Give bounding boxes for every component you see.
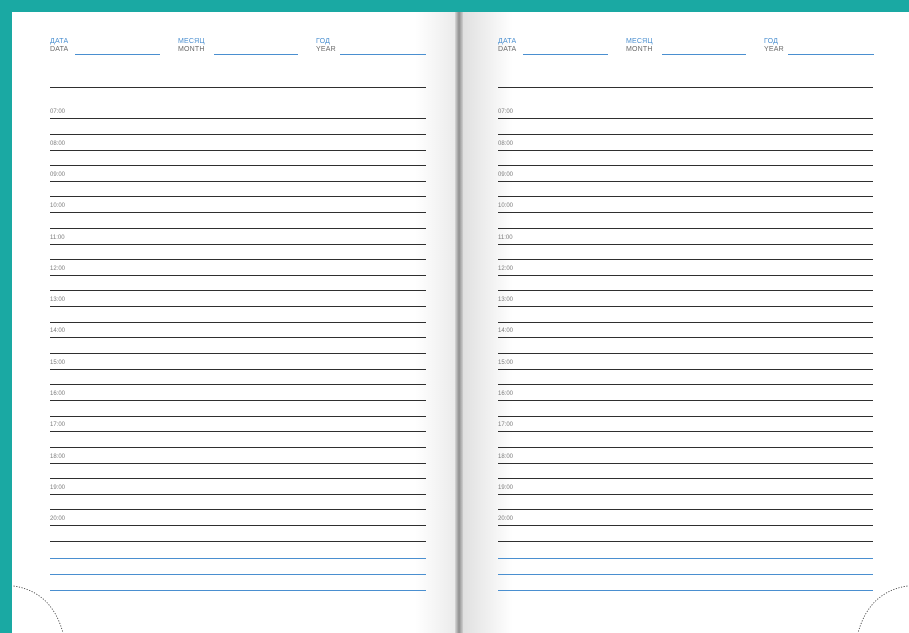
half-hour-line[interactable] <box>498 384 873 386</box>
time-label: 20:00 <box>50 516 66 523</box>
note-line[interactable] <box>498 590 873 591</box>
hour-row-line[interactable] <box>498 243 873 245</box>
right-page: ДАТА DATA МЕСЯЦ MONTH ГОД YEAR 07:00 08:0… <box>463 12 909 633</box>
hour-row-line[interactable] <box>498 149 873 151</box>
time-label: 15:00 <box>498 359 514 366</box>
half-hour-line[interactable] <box>498 540 873 542</box>
time-label: 18:00 <box>498 453 514 460</box>
hour-row-line[interactable] <box>498 274 873 276</box>
time-label: 11:00 <box>50 234 65 241</box>
note-line[interactable] <box>50 590 426 591</box>
hour-row-line[interactable] <box>498 306 873 308</box>
hour-row-line[interactable] <box>50 149 426 151</box>
hour-row-line[interactable] <box>50 368 426 370</box>
time-label: 18:00 <box>50 453 66 460</box>
time-label: 20:00 <box>498 516 514 523</box>
half-hour-line[interactable] <box>50 321 426 323</box>
time-label: 07:00 <box>50 109 66 116</box>
hour-row-line[interactable] <box>50 118 426 120</box>
note-line[interactable] <box>498 574 873 575</box>
hour-row-line[interactable] <box>50 180 426 182</box>
hour-row-line[interactable] <box>498 118 873 120</box>
hour-row-line[interactable] <box>50 493 426 495</box>
hour-row-line[interactable] <box>498 525 873 527</box>
left-schedule: 07:00 08:00 09:00 10:00 11:00 12:00 13:00 14:00… <box>50 12 426 633</box>
hour-row-line[interactable] <box>498 493 873 495</box>
half-hour-line[interactable] <box>50 196 426 198</box>
time-label: 08:00 <box>50 140 66 147</box>
time-label: 12:00 <box>498 265 514 272</box>
time-label: 19:00 <box>498 484 514 491</box>
half-hour-line[interactable] <box>498 509 873 511</box>
half-hour-line[interactable] <box>50 384 426 386</box>
time-label: 14:00 <box>498 328 514 335</box>
time-label: 17:00 <box>50 422 66 429</box>
half-hour-line[interactable] <box>498 478 873 480</box>
hour-row-line[interactable] <box>498 337 873 339</box>
time-label: 10:00 <box>50 203 66 210</box>
book-spine <box>455 12 463 633</box>
half-hour-line[interactable] <box>50 133 426 135</box>
note-line[interactable] <box>50 574 426 575</box>
half-hour-line[interactable] <box>498 133 873 135</box>
corner-arc-decoration <box>12 585 64 633</box>
half-hour-line[interactable] <box>498 196 873 198</box>
half-hour-line[interactable] <box>50 259 426 260</box>
time-label: 07:00 <box>498 109 514 116</box>
time-label: 08:00 <box>498 140 514 147</box>
half-hour-line[interactable] <box>498 446 873 448</box>
half-hour-line[interactable] <box>498 259 873 260</box>
time-label: 09:00 <box>50 171 66 178</box>
half-hour-line[interactable] <box>498 290 873 292</box>
note-line[interactable] <box>50 558 426 559</box>
half-hour-line[interactable] <box>50 540 426 542</box>
hour-row-line[interactable] <box>50 462 426 464</box>
half-hour-line[interactable] <box>498 352 873 354</box>
hour-row-line[interactable] <box>498 180 873 182</box>
half-hour-line[interactable] <box>50 352 426 354</box>
left-page: ДАТА DATA МЕСЯЦ MONTH ГОД YEAR 07:00 08:0… <box>12 12 455 633</box>
time-label: 10:00 <box>498 203 514 210</box>
half-hour-line[interactable] <box>50 165 426 167</box>
hour-row-line[interactable] <box>50 525 426 527</box>
time-label: 16:00 <box>498 391 514 397</box>
time-label: 13:00 <box>50 297 66 304</box>
hour-row-line[interactable] <box>498 400 873 401</box>
half-hour-line[interactable] <box>50 478 426 480</box>
time-label: 16:00 <box>50 391 66 397</box>
time-label: 14:00 <box>50 328 66 335</box>
half-hour-line[interactable] <box>50 509 426 511</box>
note-line[interactable] <box>498 558 873 559</box>
schedule-rule <box>498 87 873 88</box>
half-hour-line[interactable] <box>50 446 426 448</box>
half-hour-line[interactable] <box>498 321 873 323</box>
hour-row-line[interactable] <box>50 431 426 433</box>
time-label: 15:00 <box>50 359 66 366</box>
hour-row-line[interactable] <box>498 368 873 370</box>
hour-row-line[interactable] <box>498 212 873 214</box>
hour-row-line[interactable] <box>498 431 873 433</box>
time-label: 11:00 <box>498 234 513 241</box>
schedule-rule <box>50 87 426 88</box>
time-label: 13:00 <box>498 297 514 304</box>
hour-row-line[interactable] <box>50 212 426 214</box>
half-hour-line[interactable] <box>50 415 426 417</box>
hour-row-line[interactable] <box>50 274 426 276</box>
hour-row-line[interactable] <box>50 243 426 245</box>
half-hour-line[interactable] <box>50 227 426 229</box>
corner-arc-decoration <box>857 585 909 633</box>
right-schedule: 07:00 08:00 09:00 10:00 11:00 12:00 13:00 14:00… <box>498 12 873 633</box>
hour-row-line[interactable] <box>50 306 426 308</box>
half-hour-line[interactable] <box>498 415 873 417</box>
time-label: 12:00 <box>50 265 66 272</box>
time-label: 17:00 <box>498 422 514 429</box>
time-label: 19:00 <box>50 484 66 491</box>
half-hour-line[interactable] <box>498 165 873 167</box>
hour-row-line[interactable] <box>50 337 426 339</box>
time-label: 09:00 <box>498 171 514 178</box>
hour-row-line[interactable] <box>50 400 426 401</box>
half-hour-line[interactable] <box>498 227 873 229</box>
half-hour-line[interactable] <box>50 290 426 292</box>
hour-row-line[interactable] <box>498 462 873 464</box>
